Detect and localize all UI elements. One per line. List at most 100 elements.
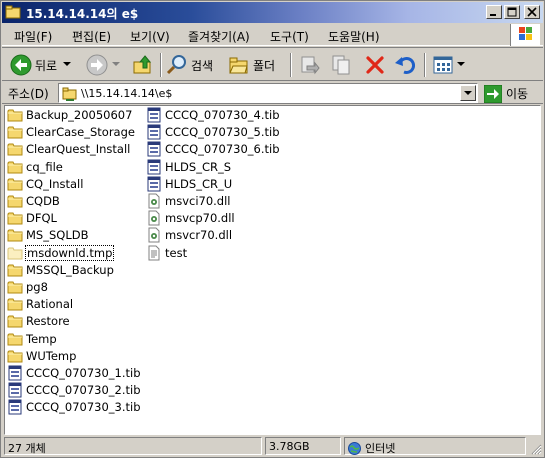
folder-icon: [7, 229, 23, 242]
folder-icon: [7, 195, 23, 208]
delete-button[interactable]: [364, 51, 386, 79]
file-name: MSSQL_Backup: [26, 262, 114, 277]
file-name: msvcr70.dll: [165, 228, 233, 243]
chevron-down-icon: [63, 62, 72, 66]
search-label: 검색: [191, 58, 214, 73]
file-name: ClearQuest_Install: [26, 142, 131, 157]
hidden-folder-icon: [7, 247, 23, 260]
menu-favorites[interactable]: 즐겨찾기(A): [188, 28, 250, 45]
folder-icon: [7, 333, 23, 346]
folder-icon: [7, 281, 23, 294]
standard-toolbar: 뒤로 검색 폴더: [2, 47, 543, 81]
file-item[interactable]: Temp: [7, 331, 57, 347]
file-list-view[interactable]: Backup_20050607 ClearCase_Storage ClearQue…: [4, 105, 541, 435]
go-button[interactable]: 이동: [484, 84, 528, 103]
file-item[interactable]: DFQL: [7, 210, 57, 226]
file-item[interactable]: CCCQ_070730_1.tib: [7, 365, 141, 381]
up-folder-icon: [133, 55, 152, 74]
file-item[interactable]: Rational: [7, 296, 73, 312]
copy-to-button[interactable]: [330, 51, 352, 79]
views-icon: [433, 56, 453, 74]
tib-file-icon: [147, 107, 161, 123]
up-folder-button[interactable]: [132, 51, 154, 79]
file-name: msvci70.dll: [165, 194, 231, 208]
dll-file-icon: [148, 193, 160, 209]
file-item[interactable]: cq_file: [7, 159, 63, 175]
file-item[interactable]: ClearCase_Storage: [7, 124, 135, 140]
copy-to-icon: [332, 55, 350, 75]
file-item[interactable]: HLDS_CR_S: [146, 159, 231, 175]
menu-view[interactable]: 보기(V): [130, 28, 170, 45]
file-item[interactable]: MSSQL_Backup: [7, 262, 114, 278]
views-button[interactable]: [432, 51, 465, 79]
menu-file[interactable]: 파일(F): [14, 28, 52, 45]
file-name: CCCQ_070730_1.tib: [26, 366, 141, 380]
chevron-down-icon: [464, 91, 472, 95]
file-item[interactable]: CCCQ_070730_5.tib: [146, 124, 280, 140]
file-item[interactable]: msvcr70.dll: [146, 227, 232, 243]
file-item[interactable]: CCCQ_070730_4.tib: [146, 107, 280, 123]
close-button[interactable]: [524, 5, 540, 19]
chevron-down-icon: [457, 62, 465, 66]
folders-icon: [229, 57, 248, 74]
file-item[interactable]: pg8: [7, 279, 48, 295]
address-label: 주소(D): [8, 87, 49, 101]
explorer-window: 15.14.14.14의 e$ 파일(F) 편집(E) 보기(V) 즐겨찾기(A…: [0, 0, 545, 458]
file-name: test: [165, 245, 188, 260]
address-value: \\15.14.14.14\e$: [81, 87, 173, 100]
window-title: 15.14.14.14의 e$: [26, 7, 139, 21]
folder-icon: [7, 143, 23, 156]
file-name: Restore: [26, 314, 70, 329]
undo-button[interactable]: [394, 51, 416, 79]
windows-flag-icon: [519, 27, 532, 40]
resize-grip-icon[interactable]: [530, 443, 542, 455]
file-name: DFQL: [26, 211, 57, 226]
minimize-button[interactable]: [486, 5, 502, 19]
address-input[interactable]: \\15.14.14.14\e$: [58, 83, 478, 103]
status-bar: 27 개체 3.78GB 인터넷: [2, 436, 543, 456]
forward-button[interactable]: [86, 51, 120, 79]
folder-icon: [7, 315, 23, 328]
title-bar[interactable]: 15.14.14.14의 e$: [2, 2, 543, 23]
menu-help[interactable]: 도움말(H): [328, 28, 380, 45]
file-name: WUTemp: [26, 348, 77, 363]
file-item[interactable]: Restore: [7, 313, 70, 329]
file-item[interactable]: WUTemp: [7, 348, 76, 364]
file-name: CCCQ_070730_2.tib: [26, 383, 141, 398]
folder-icon: [7, 350, 23, 363]
delete-x-icon: [366, 56, 384, 74]
file-item[interactable]: CCCQ_070730_3.tib: [7, 399, 141, 415]
file-item[interactable]: msvcp70.dll: [146, 210, 235, 226]
search-button[interactable]: 검색: [166, 51, 213, 79]
file-item[interactable]: CQDB: [7, 193, 60, 209]
address-dropdown-button[interactable]: [460, 85, 476, 101]
move-to-button[interactable]: [298, 51, 320, 79]
menu-tools[interactable]: 도구(T): [270, 28, 309, 45]
size-text: 3.78GB: [269, 440, 310, 453]
file-item[interactable]: msvci70.dll: [146, 193, 231, 209]
file-item[interactable]: test: [146, 245, 187, 261]
menu-edit[interactable]: 편집(E): [72, 28, 111, 45]
file-item[interactable]: CCCQ_070730_6.tib: [146, 141, 280, 157]
folder-icon: [7, 264, 23, 277]
go-label: 이동: [506, 87, 529, 101]
back-label: 뒤로: [35, 58, 58, 73]
file-name: msdownld.tmp: [24, 244, 115, 261]
object-count-text: 27 개체: [8, 442, 46, 455]
file-item[interactable]: msdownld.tmp: [7, 244, 115, 261]
folders-button[interactable]: 폴더: [228, 51, 275, 79]
file-name: CCCQ_070730_6.tib: [165, 142, 280, 157]
status-zone: 인터넷: [344, 437, 526, 455]
file-name: CCCQ_070730_4.tib: [165, 108, 280, 122]
file-item[interactable]: ClearQuest_Install: [7, 141, 130, 157]
tib-file-icon: [8, 399, 22, 415]
file-item[interactable]: Backup_20050607: [7, 107, 132, 123]
close-icon: [527, 7, 537, 17]
file-item[interactable]: MS_SQLDB: [7, 227, 88, 243]
toolbar-separator: [160, 53, 162, 77]
file-item[interactable]: HLDS_CR_U: [146, 176, 232, 192]
maximize-button[interactable]: [504, 5, 520, 19]
back-button[interactable]: 뒤로: [10, 51, 72, 79]
file-item[interactable]: CCCQ_070730_2.tib: [7, 382, 141, 398]
file-item[interactable]: CQ_Install: [7, 176, 83, 192]
